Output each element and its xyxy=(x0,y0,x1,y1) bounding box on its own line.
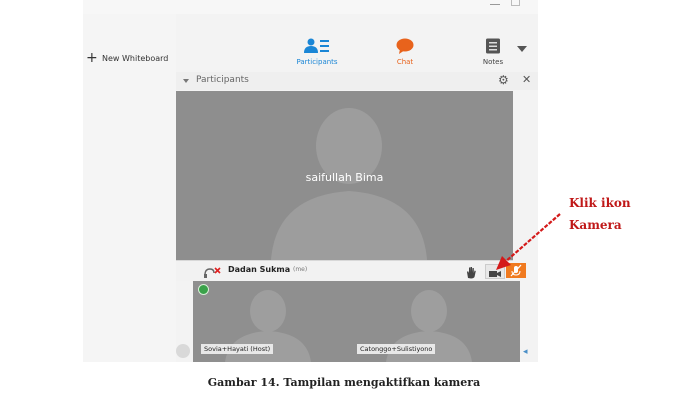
scroll-right-button[interactable]: ◂ xyxy=(523,347,528,357)
figure-caption: Gambar 14. Tampilan mengaktifkan kamera xyxy=(207,376,481,389)
tab-participants[interactable]: Participants xyxy=(273,36,361,66)
collapse-arrow-icon[interactable] xyxy=(183,79,189,83)
panel-tabs: Participants Chat Notes xyxy=(273,36,537,66)
self-name: Dadan Sukma xyxy=(228,265,291,274)
tab-chat-label: Chat xyxy=(396,58,414,66)
participants-icon xyxy=(304,36,330,56)
microphone-muted-icon xyxy=(510,264,522,277)
minimize-button[interactable] xyxy=(490,0,500,5)
tab-chat[interactable]: Chat xyxy=(361,36,449,66)
camera-button[interactable] xyxy=(485,264,505,279)
self-me-tag: (me) xyxy=(293,266,308,273)
mute-microphone-button[interactable] xyxy=(506,263,526,278)
window-title-strip xyxy=(83,0,538,14)
more-tabs-dropdown[interactable] xyxy=(517,46,527,52)
camera-icon xyxy=(489,271,501,277)
close-window-button[interactable] xyxy=(511,0,520,6)
annotation-line-2: Kamera xyxy=(569,218,622,232)
notes-icon xyxy=(485,36,501,56)
new-whiteboard-button[interactable]: + New Whiteboard xyxy=(86,50,169,66)
whiteboard-sidebar: + New Whiteboard xyxy=(83,14,176,362)
self-participant-row[interactable]: Dadan Sukma (me) xyxy=(176,260,526,281)
main-video-tile: saifullah Bima xyxy=(176,91,513,260)
thumbnail-label-host: Sovia+Hayati (Host) xyxy=(201,344,274,354)
tab-participants-label: Participants xyxy=(296,58,338,66)
gear-icon[interactable]: ⚙ xyxy=(498,73,509,87)
chat-bubble-icon xyxy=(396,36,414,56)
tab-notes-label: Notes xyxy=(482,58,504,66)
participant-thumbnails: Sovia+Hayati (Host) Catonggo+Sulistiyono xyxy=(193,281,520,362)
thumbnail-label-participant: Catonggo+Sulistiyono xyxy=(357,344,436,354)
participants-panel-header: Participants ⚙ ✕ xyxy=(176,72,538,90)
meeting-app-window: + New Whiteboard Participants Chat Notes… xyxy=(83,0,538,362)
scroll-left-button[interactable] xyxy=(176,344,190,358)
new-whiteboard-label: New Whiteboard xyxy=(102,53,169,63)
plus-icon: + xyxy=(86,50,98,66)
annotation-line-1: Klik ikon xyxy=(569,196,631,210)
participant-name-main: saifullah Bima xyxy=(305,171,384,184)
panel-title: Participants xyxy=(196,75,249,85)
close-icon[interactable]: ✕ xyxy=(522,73,531,86)
annotation-text: Klik ikon Kamera xyxy=(569,192,631,236)
